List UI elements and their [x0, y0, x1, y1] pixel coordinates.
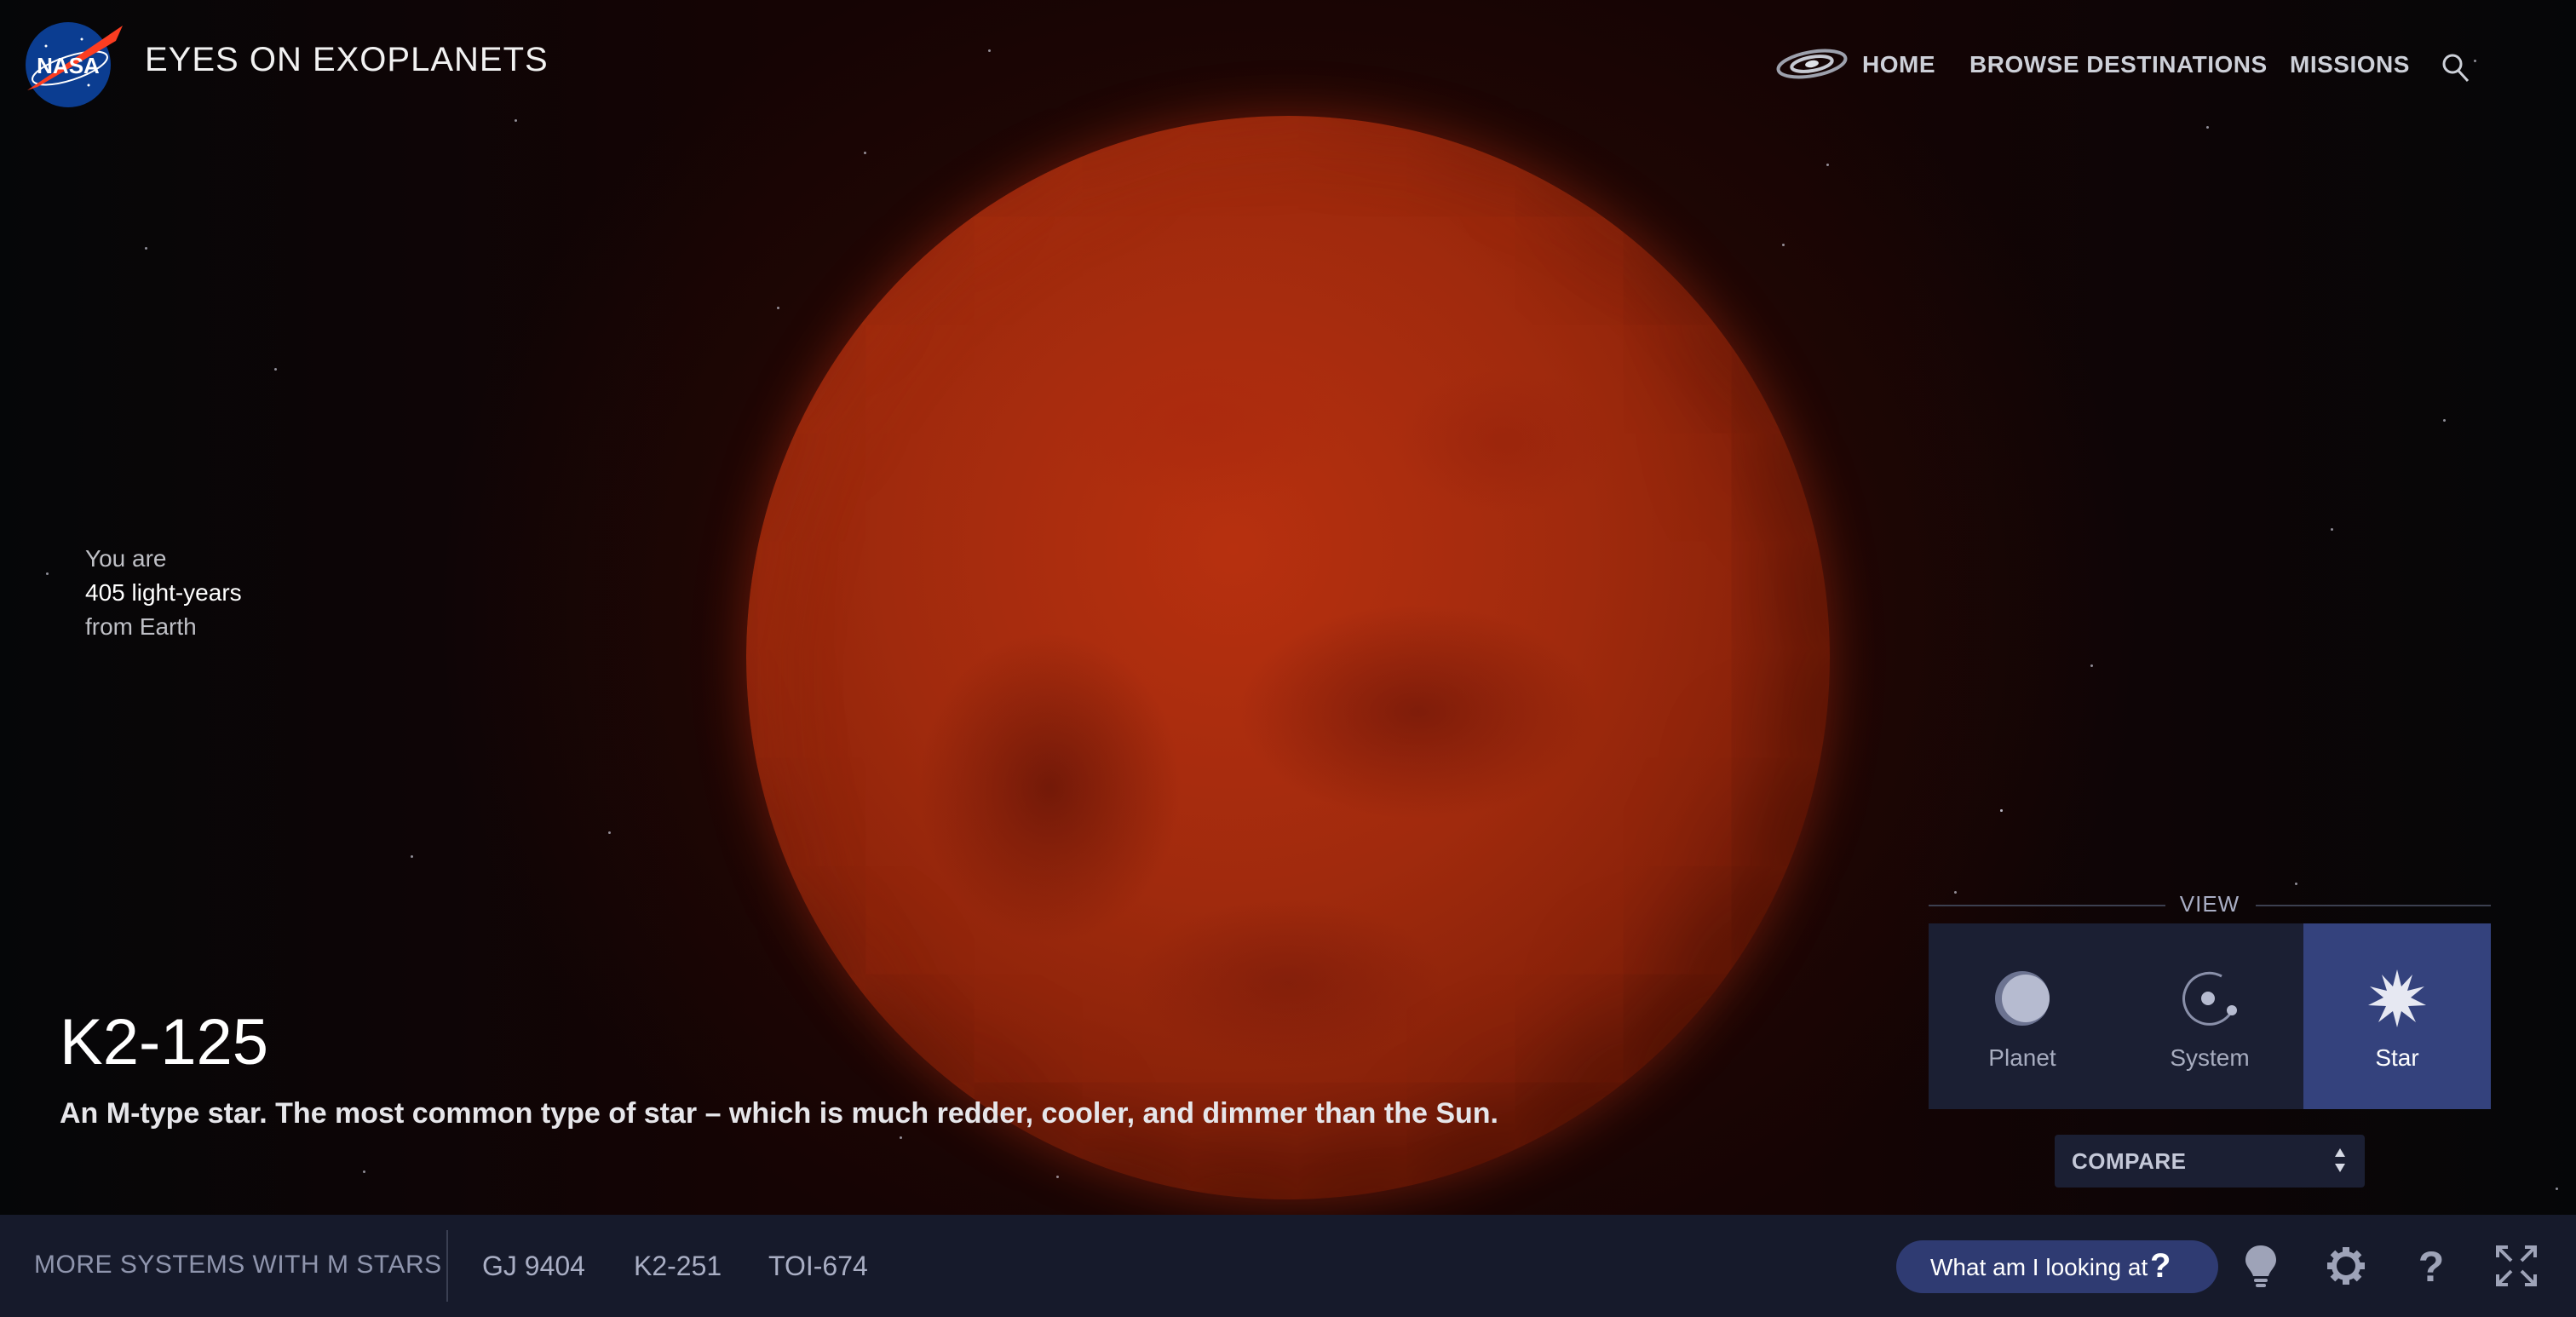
compare-select[interactable]: COMPARE [2055, 1135, 2365, 1188]
distance-line-3: from Earth [85, 613, 197, 640]
system-link-toi-674[interactable]: TOI-674 [768, 1251, 868, 1282]
galaxy-icon [1776, 49, 1848, 79]
what-label: What am I looking at [1930, 1254, 2148, 1280]
view-system-button[interactable]: System [2116, 923, 2303, 1109]
view-system-label: System [2170, 1044, 2250, 1071]
distance-value: 405 light-years [85, 579, 242, 606]
site-title[interactable]: EYES ON EXOPLANETS [145, 41, 549, 79]
object-name: K2-125 [60, 1006, 269, 1078]
more-systems-label: MORE SYSTEMS WITH M STARS [34, 1251, 442, 1279]
nav-missions[interactable]: MISSIONS [2290, 51, 2410, 78]
nav-browse-destinations[interactable]: BROWSE DESTINATIONS [1969, 51, 2268, 78]
view-star-label: Star [2375, 1044, 2419, 1071]
select-arrows-icon [2335, 1148, 2345, 1172]
star-icon [2368, 969, 2426, 1027]
compare-label: COMPARE [2072, 1148, 2187, 1174]
view-planet-button[interactable]: Planet [1929, 923, 2116, 1109]
view-label: VIEW [2179, 891, 2240, 917]
system-icon [2182, 971, 2237, 1026]
distance-line-1: You are [85, 545, 167, 572]
search-icon[interactable] [2441, 53, 2470, 83]
fullscreen-icon[interactable] [2491, 1240, 2542, 1291]
star-body [746, 116, 1830, 1199]
system-link-k2-251[interactable]: K2-251 [634, 1251, 722, 1282]
planet-icon [1995, 971, 2050, 1026]
help-icon[interactable]: ? [2406, 1240, 2457, 1291]
object-description: An M-type star. The most common type of … [60, 1097, 1498, 1130]
system-link-gj-9404[interactable]: GJ 9404 [482, 1251, 585, 1282]
gear-icon[interactable] [2320, 1240, 2372, 1291]
view-star-button[interactable]: Star [2303, 923, 2491, 1109]
question-icon: ? [2150, 1247, 2171, 1285]
lightbulb-icon[interactable] [2235, 1240, 2286, 1291]
view-planet-label: Planet [1988, 1044, 2056, 1071]
view-selector: Planet System Star [1929, 923, 2491, 1109]
svg-text:?: ? [2418, 1243, 2445, 1291]
bottom-bar: MORE SYSTEMS WITH M STARS GJ 9404 K2-251… [0, 1215, 2576, 1317]
distance-readout: You are 405 light-years from Earth [85, 542, 242, 644]
what-am-i-looking-at-button[interactable]: What am I looking at ? [1896, 1240, 2218, 1293]
logo-text: NASA [37, 53, 100, 78]
view-header: VIEW [1929, 891, 2491, 917]
nav-home[interactable]: HOME [1862, 51, 1935, 78]
nasa-logo[interactable]: NASA [20, 17, 126, 109]
divider [446, 1230, 448, 1302]
